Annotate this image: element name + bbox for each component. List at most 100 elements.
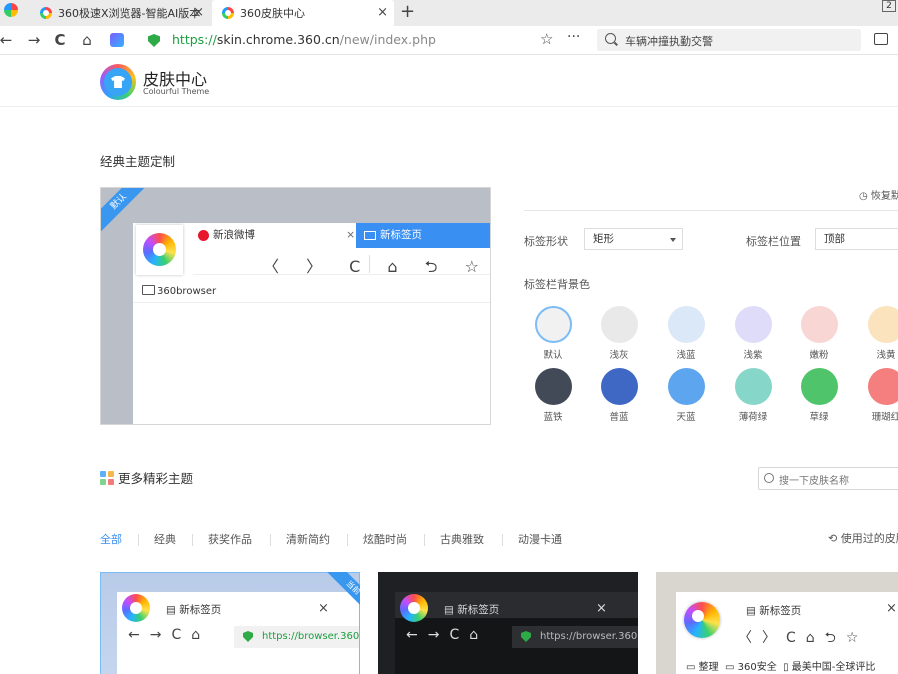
browser-search-box[interactable]: 车辆冲撞执勤交警 <box>597 29 861 51</box>
tab-title: 360极速X浏览器-智能AI版本 <box>58 7 201 20</box>
search-icon <box>764 473 774 483</box>
card-url: https://browser.360 <box>262 631 360 642</box>
color-swatch-label: 嫩粉 <box>809 350 829 361</box>
color-swatch-label: 浅黄 <box>876 350 896 361</box>
color-swatch-label: 浅蓝 <box>676 350 696 361</box>
used-skins-button[interactable]: ⟲ 使用过的皮肤 <box>828 530 898 546</box>
category-fresh[interactable]: 清新简约 <box>286 531 330 547</box>
card-tab-title: ▤ 新标签页 <box>746 605 802 617</box>
tab-skin-center[interactable]: 360皮肤中心 × <box>212 0 394 26</box>
secure-shield-icon <box>148 34 160 47</box>
color-swatch-label: 薄荷绿 <box>738 412 768 423</box>
close-icon: × <box>886 601 897 616</box>
category-award[interactable]: 获奖作品 <box>208 531 252 547</box>
color-swatch[interactable] <box>668 306 705 343</box>
sidebar-toggle-icon[interactable] <box>874 33 888 45</box>
category-classic[interactable]: 经典 <box>154 531 176 547</box>
color-swatch[interactable] <box>735 306 772 343</box>
category-anime[interactable]: 动漫卡通 <box>518 531 562 547</box>
tab-position-label: 标签栏位置 <box>746 235 801 248</box>
category-elegant[interactable]: 古典雅致 <box>440 531 484 547</box>
color-swatch[interactable] <box>535 306 572 343</box>
back-icon[interactable]: ← <box>0 30 16 50</box>
card-nav-icons: ←→C⌂ <box>406 627 489 643</box>
color-swatch[interactable] <box>601 306 638 343</box>
category-all[interactable]: 全部 <box>100 531 122 547</box>
tab-favicon-icon <box>222 7 234 19</box>
card-bookmarks: ▭ 整理 ▭ 360安全 ▯ 最美中国-全球评比 <box>686 662 876 673</box>
tab-shape-label: 标签形状 <box>524 235 568 248</box>
more-themes-title: 更多精彩主题 <box>100 468 193 487</box>
card-nav-icons: ←→C⌂ <box>128 627 211 643</box>
new-tab-button[interactable]: + <box>400 1 415 22</box>
bookmark-star-icon[interactable]: ☆ <box>540 30 553 48</box>
tab-title: 360皮肤中心 <box>240 7 305 20</box>
color-swatch-label: 蓝铁 <box>543 412 563 423</box>
browser-toolbar: ← → C ⌂ https://skin.chrome.360.cn/new/i… <box>0 26 898 55</box>
tab-shape-select[interactable]: 矩形 <box>584 228 683 250</box>
color-swatch[interactable] <box>868 306 898 343</box>
preview-nav-bar: 〈 〉 C ⌂ ⮌ ☆ <box>193 253 490 276</box>
color-swatch[interactable] <box>801 306 838 343</box>
color-swatch-label: 浅灰 <box>609 350 629 361</box>
search-icon <box>605 33 616 44</box>
color-swatch[interactable] <box>868 368 898 405</box>
forward-icon[interactable]: → <box>24 30 44 50</box>
reload-icon[interactable]: C <box>50 30 70 50</box>
color-swatch[interactable] <box>535 368 572 405</box>
theme-card[interactable]: ▤ 新标签页 × 〈〉C⌂⮌☆ ▭ 整理 ▭ 360安全 ▯ 最美中国-全球评比 <box>656 572 898 674</box>
browser-logo-icon <box>400 594 428 622</box>
browser-logo-icon <box>122 594 150 622</box>
preview-bookmark: 360browser <box>142 285 216 297</box>
url-text: https://skin.chrome.360.cn/new/index.php <box>172 32 436 47</box>
theme-search-input[interactable]: 搜一下皮肤名称 <box>758 467 898 490</box>
color-swatch-label: 普蓝 <box>609 412 629 423</box>
close-icon: × <box>596 601 607 616</box>
classic-section-title: 经典主题定制 <box>100 154 176 169</box>
card-nav-icons: 〈〉C⌂⮌☆ <box>738 630 869 646</box>
browser-tabstrip: 360极速X浏览器-智能AI版本 × 360皮肤中心 × + 2 <box>0 0 898 26</box>
tab-position-select[interactable]: 顶部 <box>815 228 898 250</box>
more-menu-icon[interactable]: ··· <box>567 29 580 45</box>
color-swatch-label: 草绿 <box>809 412 829 423</box>
window-button[interactable]: 2 <box>882 0 896 12</box>
tab-close-icon[interactable]: × <box>193 5 204 20</box>
color-swatch[interactable] <box>601 368 638 405</box>
preview-logo-box <box>136 225 183 275</box>
color-swatch[interactable] <box>668 368 705 405</box>
theme-card[interactable]: ▤ 新标签页 × ←→C⌂ https://browser.360 当前 <box>100 572 360 674</box>
color-swatch-label: 默认 <box>543 350 563 361</box>
tab-360-browser[interactable]: 360极速X浏览器-智能AI版本 × <box>38 0 210 26</box>
close-icon: × <box>346 229 355 241</box>
weibo-icon <box>198 230 209 241</box>
theme-card[interactable]: ▤ 新标签页 × ←→C⌂ https://browser.360 <box>378 572 638 674</box>
page-header: 皮肤中心 Colourful Theme <box>0 55 898 107</box>
tab-close-icon[interactable]: × <box>377 5 388 20</box>
search-placeholder: 搜一下皮肤名称 <box>779 476 849 487</box>
preview-browser-window: 新浪微博 × 新标签页 〈 〉 C ⌂ ⮌ ☆ 360browser <box>133 223 490 424</box>
themes-grid-icon <box>100 471 114 485</box>
preview-nav-icons: 〈 〉 C ⌂ ⮌ ☆ <box>263 257 490 276</box>
search-text: 车辆冲撞执勤交警 <box>625 35 713 48</box>
site-subtitle: Colourful Theme <box>143 87 210 96</box>
color-swatch-label: 珊瑚红 <box>871 412 898 423</box>
theme-preview: 新浪微博 × 新标签页 〈 〉 C ⌂ ⮌ ☆ 360browser 默认 <box>100 187 491 425</box>
color-swatch-label: 天蓝 <box>676 412 696 423</box>
color-swatch[interactable] <box>801 368 838 405</box>
card-tab-title: ▤ 新标签页 <box>166 604 222 616</box>
card-tab-title: ▤ 新标签页 <box>444 604 500 616</box>
color-swatch-label: 浅紫 <box>743 350 763 361</box>
home-icon[interactable]: ⌂ <box>77 30 97 50</box>
skin-center-logo-icon[interactable] <box>100 64 136 100</box>
browser-logo-icon <box>684 602 720 638</box>
extension-icon[interactable] <box>110 33 124 47</box>
preview-tab-weibo: 新浪微博 × <box>193 223 355 248</box>
close-icon: × <box>318 601 329 616</box>
browser-logo-icon <box>4 3 18 17</box>
address-bar[interactable]: https://skin.chrome.360.cn/new/index.php… <box>140 29 588 52</box>
color-swatch[interactable] <box>735 368 772 405</box>
category-cool[interactable]: 炫酷时尚 <box>363 531 407 547</box>
tab-favicon-icon <box>40 7 52 19</box>
bg-color-label: 标签栏背景色 <box>524 278 590 291</box>
reset-default-button[interactable]: ◷ 恢复默认 <box>859 187 898 202</box>
